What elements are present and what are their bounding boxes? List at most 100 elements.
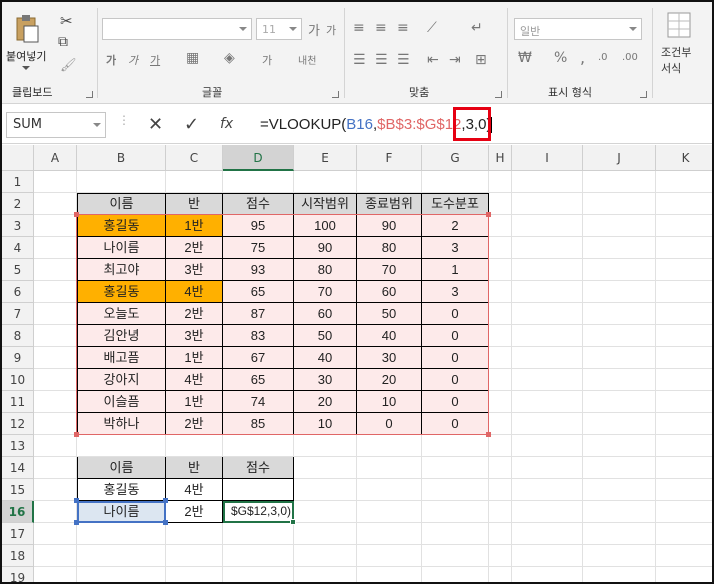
column-header-e[interactable]: E (294, 145, 357, 171)
column-header-g[interactable]: G (422, 145, 489, 171)
paste-dropdown-icon[interactable] (22, 66, 30, 70)
align-center-icon[interactable]: ☰ (375, 52, 388, 68)
merge-icon[interactable]: ⊞ (475, 52, 487, 68)
orientation-icon[interactable]: ⟋ (427, 20, 437, 36)
italic-icon[interactable]: 가 (128, 52, 138, 68)
row-header-3[interactable]: 3 (2, 215, 34, 237)
border-icon[interactable]: ▦ (186, 50, 199, 66)
row-header-19[interactable]: 19 (2, 567, 34, 582)
table-header-cell[interactable]: 시작범위 (294, 193, 357, 215)
number-launcher-icon[interactable] (640, 91, 647, 98)
cancel-icon[interactable]: ✕ (148, 114, 163, 135)
row-header-16[interactable]: 16 (2, 501, 34, 523)
paste-icon[interactable] (14, 14, 40, 44)
table-cell[interactable]: 나이름 (77, 501, 166, 523)
table-header-cell[interactable]: 이름 (77, 193, 166, 215)
font-color-icon[interactable]: 가 (262, 52, 272, 68)
row-header-17[interactable]: 17 (2, 523, 34, 545)
comma-icon[interactable]: , (580, 48, 585, 67)
conditional-format-label-2[interactable]: 서식 (661, 60, 681, 76)
conditional-format-icon[interactable] (667, 12, 691, 38)
name-box[interactable]: SUM (6, 112, 106, 138)
row-header-8[interactable]: 8 (2, 325, 34, 347)
number-format-box[interactable]: 일반 (514, 18, 642, 40)
row-header-2[interactable]: 2 (2, 193, 34, 215)
table-header-cell[interactable]: 이름 (77, 457, 166, 479)
indent-icon[interactable]: ⇤ (427, 52, 439, 68)
phonetic-icon[interactable]: 내천 (298, 52, 316, 67)
reference-handle[interactable] (163, 520, 168, 525)
increase-decimal-icon[interactable]: .0 (598, 52, 608, 63)
copy-icon[interactable]: ⧉ (58, 34, 68, 50)
align-bottom-icon[interactable]: ≡ (397, 20, 409, 36)
conditional-format-label[interactable]: 조건부 (661, 44, 691, 60)
column-header-a[interactable]: A (34, 145, 77, 171)
align-middle-icon[interactable]: ≡ (375, 20, 387, 36)
currency-icon[interactable]: ₩ (518, 50, 532, 66)
table-header-cell[interactable]: 점수 (223, 193, 294, 215)
align-top-icon[interactable]: ≡ (353, 20, 365, 36)
column-header-b[interactable]: B (77, 145, 166, 171)
range-handle[interactable] (74, 432, 79, 437)
table-header-cell[interactable]: 도수분포 (422, 193, 489, 215)
row-header-4[interactable]: 4 (2, 237, 34, 259)
table-cell[interactable]: 홍길동 (77, 479, 166, 501)
font-launcher-icon[interactable] (332, 91, 339, 98)
align-left-icon[interactable]: ☰ (353, 52, 366, 68)
wrap-text-icon[interactable]: ↵ (471, 20, 483, 36)
row-header-5[interactable]: 5 (2, 259, 34, 281)
cut-icon[interactable]: ✂ (60, 12, 73, 30)
decrease-decimal-icon[interactable]: .00 (622, 52, 638, 63)
reference-handle[interactable] (74, 498, 79, 503)
table-header-cell[interactable]: 반 (166, 457, 223, 479)
bold-icon[interactable]: 가 (106, 52, 116, 68)
fill-color-icon[interactable]: ◈ (224, 50, 235, 66)
grow-font-icon[interactable]: 가 (308, 20, 320, 39)
table-cell[interactable]: 2반 (166, 501, 223, 523)
column-header-c[interactable]: C (166, 145, 223, 171)
reference-handle[interactable] (74, 520, 79, 525)
outdent-icon[interactable]: ⇥ (449, 52, 461, 68)
alignment-launcher-icon[interactable] (495, 91, 502, 98)
reference-handle[interactable] (163, 498, 168, 503)
font-size-box[interactable]: 11 (256, 18, 302, 40)
column-header-i[interactable]: I (512, 145, 583, 171)
row-header-11[interactable]: 11 (2, 391, 34, 413)
column-header-k[interactable]: K (656, 145, 712, 171)
row-header-10[interactable]: 10 (2, 369, 34, 391)
shrink-font-icon[interactable]: 가 (326, 22, 336, 38)
clipboard-launcher-icon[interactable] (86, 91, 93, 98)
align-right-icon[interactable]: ☰ (397, 52, 410, 68)
active-cell-d16[interactable]: $G$12,3,0) (223, 501, 294, 523)
select-all-corner[interactable] (2, 145, 34, 171)
row-header-9[interactable]: 9 (2, 347, 34, 369)
fill-handle[interactable] (290, 519, 296, 525)
row-header-13[interactable]: 13 (2, 435, 34, 457)
font-name-box[interactable] (102, 18, 252, 40)
spreadsheet-grid[interactable]: A B C D E F G H I J K 1 2 3 4 5 6 7 8 9 10 11 12 13 14 15 16 17 18 19… (2, 145, 712, 582)
paste-button-label[interactable]: 붙여넣기 (6, 48, 46, 64)
enter-icon[interactable]: ✓ (184, 114, 199, 135)
percent-icon[interactable]: % (554, 50, 567, 66)
table-header-cell[interactable]: 점수 (223, 457, 294, 479)
table-header-cell[interactable]: 종료범위 (357, 193, 422, 215)
column-header-d[interactable]: D (223, 145, 294, 171)
row-header-15[interactable]: 15 (2, 479, 34, 501)
range-handle[interactable] (486, 212, 491, 217)
column-header-f[interactable]: F (357, 145, 422, 171)
table-cell[interactable]: 4반 (166, 479, 223, 501)
column-header-j[interactable]: J (583, 145, 656, 171)
row-header-6[interactable]: 6 (2, 281, 34, 303)
column-header-h[interactable]: H (489, 145, 512, 171)
row-header-7[interactable]: 7 (2, 303, 34, 325)
row-header-12[interactable]: 12 (2, 413, 34, 435)
underline-icon[interactable]: 가 (150, 52, 160, 68)
row-header-14[interactable]: 14 (2, 457, 34, 479)
format-painter-icon[interactable]: 🖌 (60, 58, 77, 73)
table-cell[interactable] (223, 479, 294, 501)
table-header-cell[interactable]: 반 (166, 193, 223, 215)
row-header-1[interactable]: 1 (2, 171, 34, 193)
range-handle[interactable] (74, 212, 79, 217)
row-header-18[interactable]: 18 (2, 545, 34, 567)
range-handle[interactable] (486, 432, 491, 437)
